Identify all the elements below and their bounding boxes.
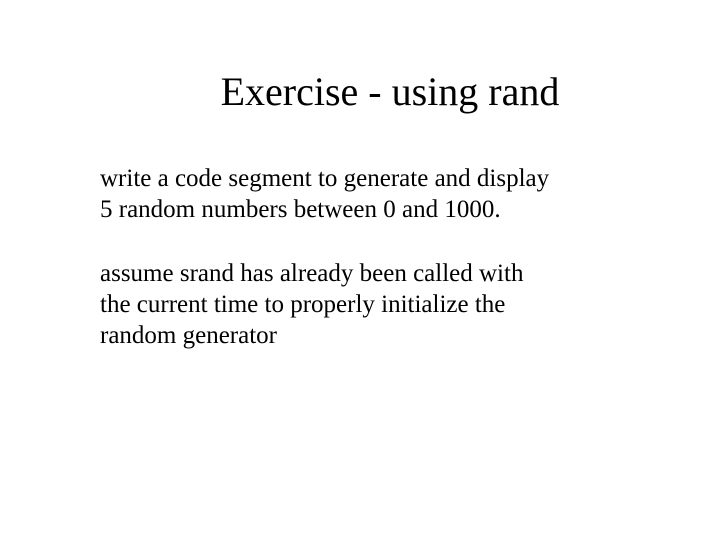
paragraph-1: write a code segment to generate and dis… xyxy=(100,163,560,226)
slide-container: Exercise - using rand write a code segme… xyxy=(0,0,720,540)
slide-title: Exercise - using rand xyxy=(0,0,720,115)
paragraph-2: assume srand has already been called wit… xyxy=(100,258,560,352)
slide-body: write a code segment to generate and dis… xyxy=(0,115,720,351)
